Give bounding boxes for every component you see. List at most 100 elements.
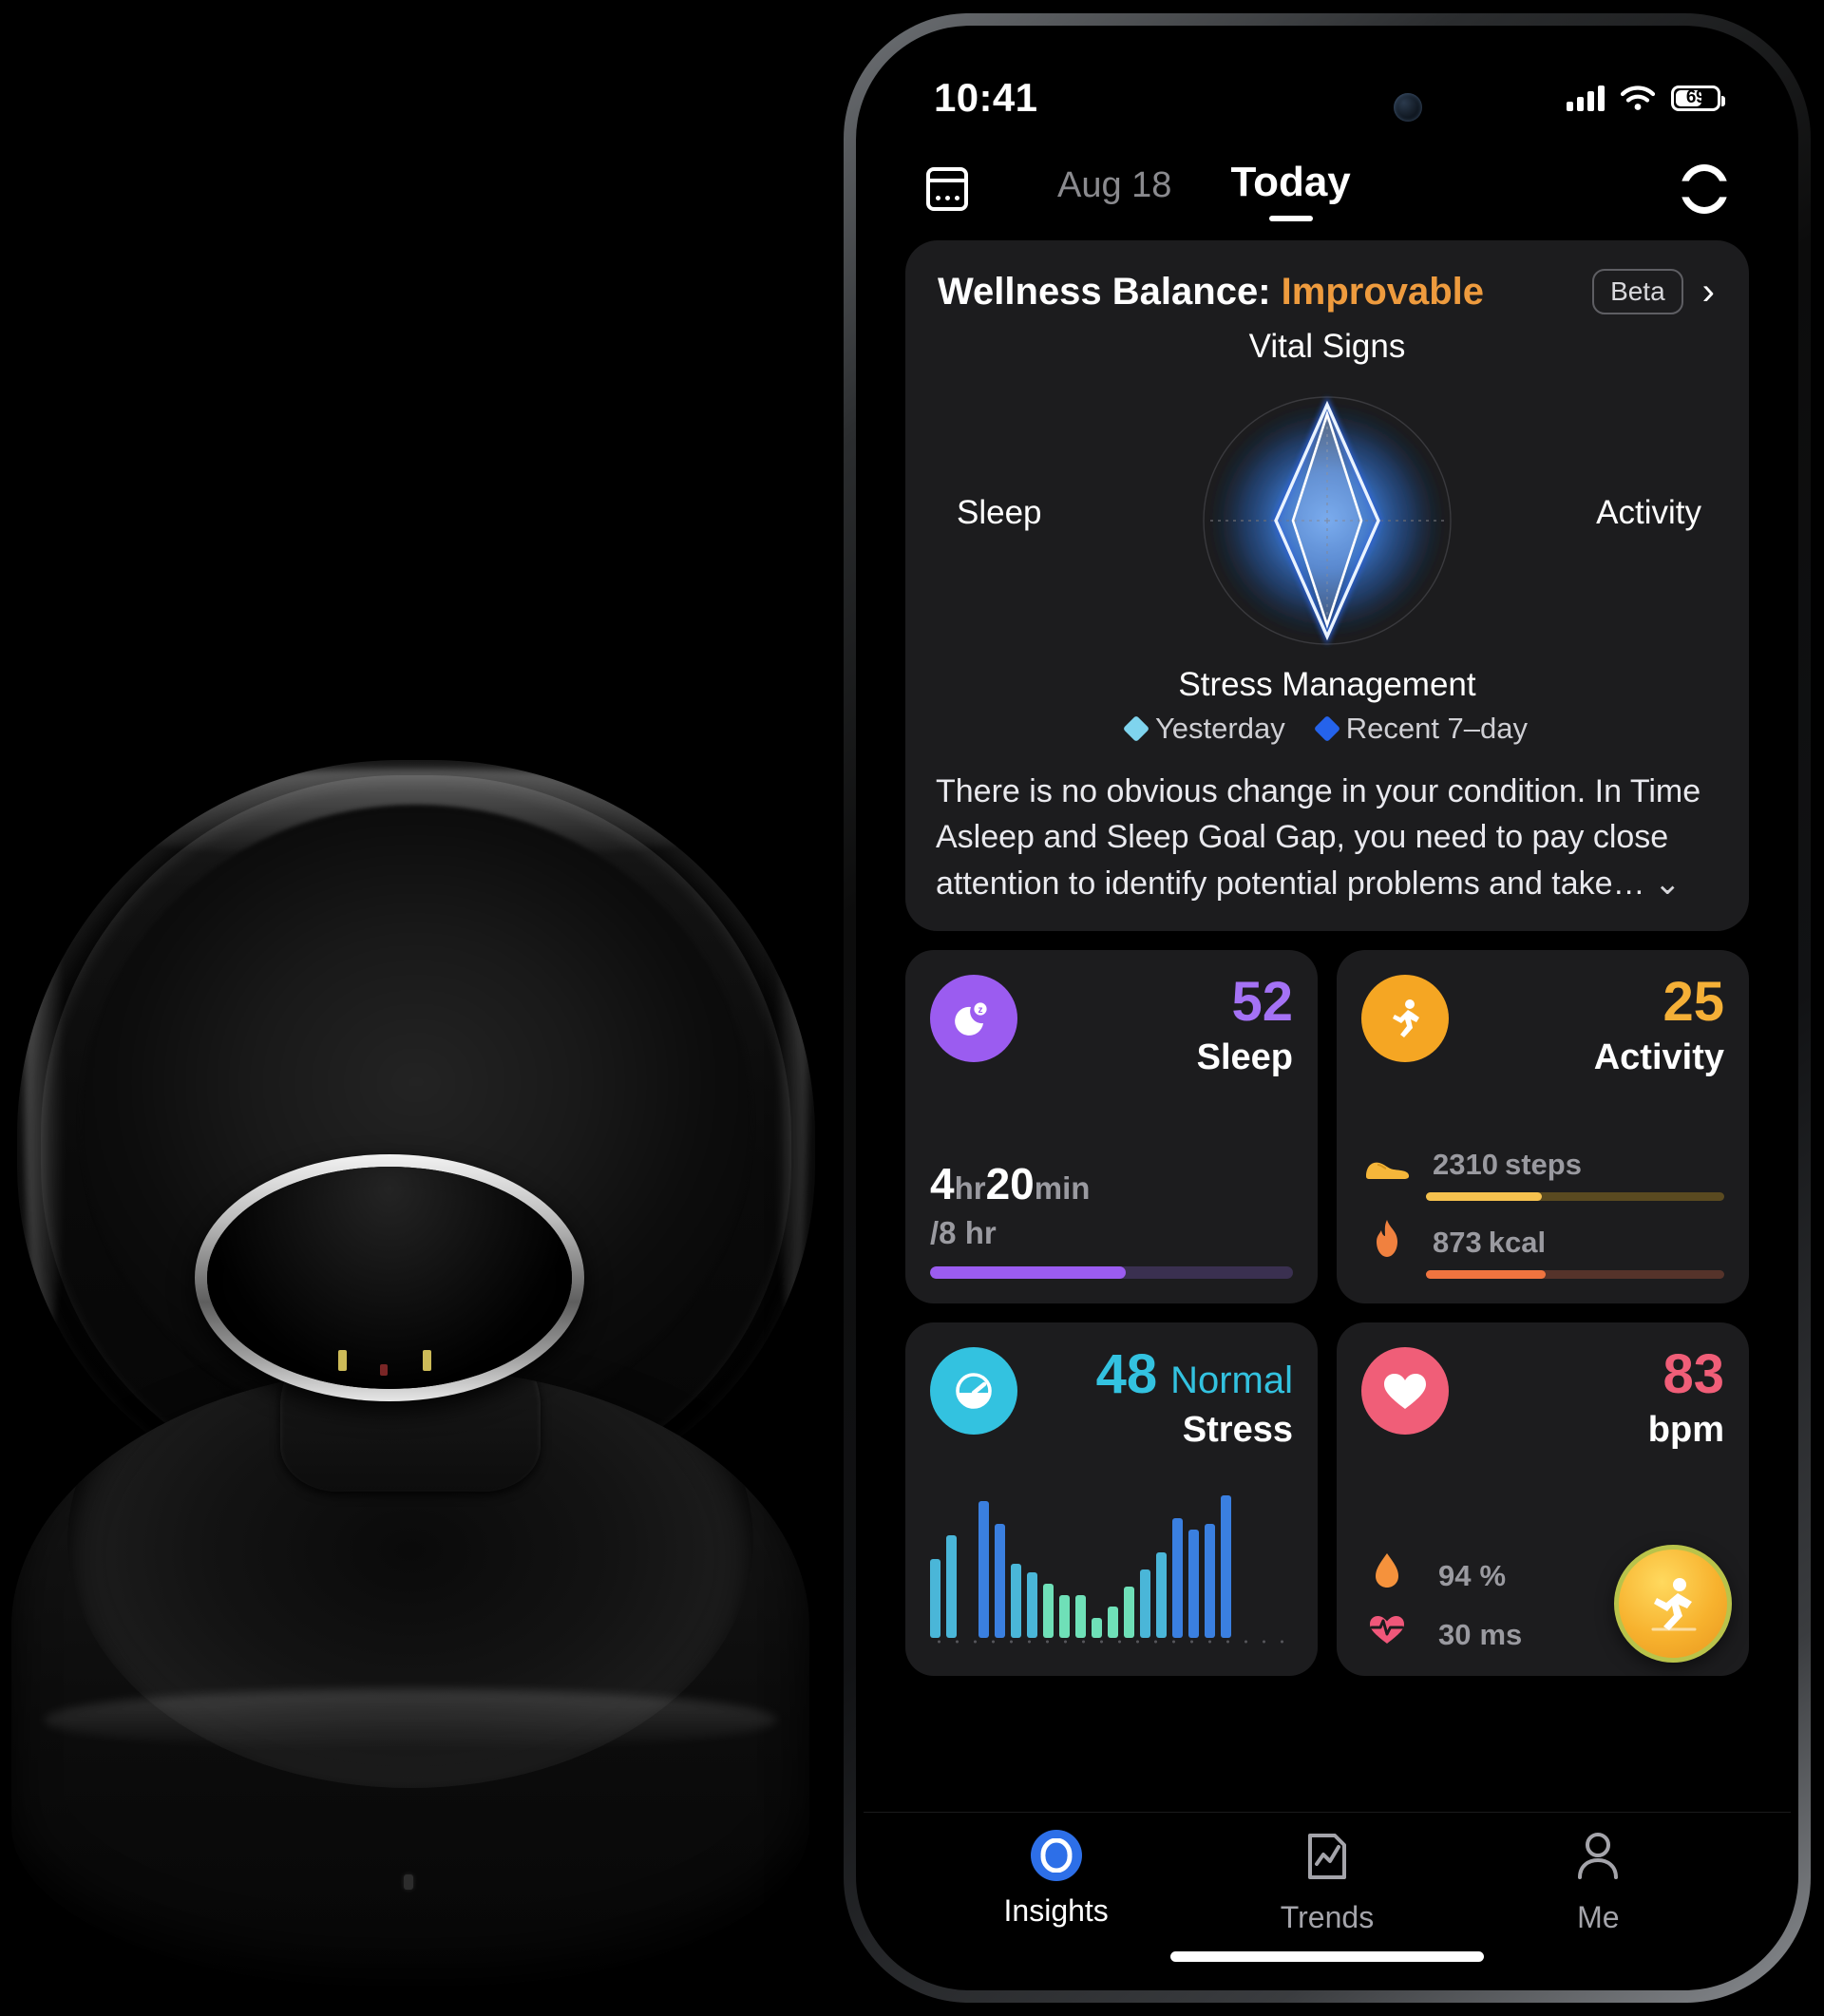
gauge-icon: [930, 1346, 1017, 1435]
legend-item-recent-7-day: Recent 7–day: [1313, 712, 1528, 746]
steps-row: 2310 steps: [1361, 1140, 1724, 1182]
hrv-value: 30: [1438, 1617, 1472, 1651]
steps-value-block: 2310 steps: [1426, 1140, 1582, 1182]
legend-diamond-icon: [1122, 714, 1150, 743]
running-workout-icon[interactable]: [1614, 1544, 1732, 1663]
radar-axis-label-activity: Activity: [1596, 494, 1701, 531]
spo2-unit: %: [1479, 1558, 1507, 1592]
sleep-progress-track: [930, 1265, 1293, 1279]
activity-metrics: 2310 steps 873 kcal: [1361, 1140, 1724, 1279]
trends-chart-icon: [1302, 1830, 1352, 1888]
main-content: Wellness Balance: Improvable Beta › Vita…: [864, 233, 1791, 1812]
calendar-icon[interactable]: [926, 167, 968, 211]
status-time: 10:41: [934, 75, 1038, 120]
kcal-progress-track: [1426, 1269, 1724, 1279]
hrv-unit: ms: [1479, 1617, 1523, 1651]
tab-trends[interactable]: Trends: [1232, 1830, 1422, 1935]
cellular-signal-icon: [1567, 85, 1605, 111]
stress-bar: [946, 1534, 957, 1638]
tab-label-trends: Trends: [1280, 1900, 1375, 1934]
spo2-value: 94: [1438, 1558, 1472, 1592]
stress-chart-baseline: [930, 1639, 1293, 1644]
hrv-value-block: 30 ms: [1430, 1607, 1522, 1651]
tab-label-me: Me: [1577, 1900, 1620, 1934]
shoe-icon: [1361, 1153, 1413, 1182]
stress-bar: [1221, 1494, 1231, 1638]
radar-axis-label-stress-management: Stress Management: [1178, 666, 1476, 703]
wellness-balance-card[interactable]: Wellness Balance: Improvable Beta › Vita…: [905, 240, 1749, 931]
ring-inner-shadow: [207, 1167, 572, 1389]
stress-card[interactable]: 48 Normal Stress: [905, 1322, 1318, 1676]
heart-rate-value: 83: [1662, 1342, 1724, 1405]
heart-rate-unit: bpm: [1647, 1409, 1724, 1450]
radar-plot: [1203, 396, 1452, 645]
radar-axis-label-vital-signs: Vital Signs: [1248, 328, 1406, 365]
kcal-unit: kcal: [1488, 1225, 1547, 1259]
sleep-minutes: 20: [985, 1158, 1035, 1208]
running-person-icon: [1361, 974, 1449, 1062]
sleep-card-label: Sleep: [1196, 1037, 1293, 1077]
sync-ring-icon[interactable]: [1681, 164, 1728, 214]
wellness-radar-chart: Vital Signs Activity Stress Management S…: [930, 328, 1724, 703]
svg-text:z: z: [978, 1005, 983, 1016]
tab-today[interactable]: Today: [1230, 159, 1350, 219]
stress-card-label: Stress: [1182, 1409, 1293, 1450]
stress-bar: [1043, 1583, 1054, 1638]
battery-icon: 69: [1671, 85, 1725, 111]
blood-drop-icon: [1361, 1550, 1413, 1590]
heart-rate-card[interactable]: 83 bpm 94 % 30 ms: [1337, 1322, 1749, 1676]
wellness-status: Improvable: [1281, 270, 1485, 313]
tab-insights[interactable]: Insights: [961, 1830, 1151, 1929]
wellness-balance-title: Wellness Balance: Improvable: [938, 271, 1484, 314]
beta-badge: Beta: [1592, 269, 1683, 314]
wifi-icon: [1621, 86, 1655, 110]
legend-diamond-icon: [1313, 714, 1340, 743]
sleep-hours: 4: [930, 1158, 955, 1208]
home-indicator: [1170, 1951, 1484, 1962]
status-indicators: 69: [1567, 85, 1725, 111]
stress-bar: [1108, 1606, 1118, 1638]
lid-left-edge-highlight: [25, 865, 66, 1346]
stress-bar: [1124, 1586, 1134, 1638]
case-rim-highlight: [43, 1689, 778, 1751]
heart-pulse-icon: [1361, 1611, 1413, 1647]
ring-sensor-led: [380, 1363, 389, 1376]
sleep-progress-fill: [930, 1265, 1127, 1279]
stress-bar: [1027, 1571, 1037, 1638]
chevron-down-icon[interactable]: ⌄: [1654, 865, 1682, 902]
insights-ring-icon: [1030, 1830, 1082, 1881]
stress-bar: [1011, 1563, 1021, 1638]
front-camera-icon: [1394, 93, 1422, 122]
ring-charging-contact: [338, 1350, 348, 1372]
stress-status: Normal: [1170, 1359, 1293, 1401]
steps-progress-track: [1426, 1191, 1724, 1201]
activity-card[interactable]: 25 Activity 2310 steps 873 kcal: [1337, 949, 1749, 1303]
phone-bezel: 10:41 69 Aug 18 Today Wellness Balance: …: [856, 26, 1798, 1990]
stress-bar: [1172, 1517, 1183, 1638]
wellness-description[interactable]: There is no obvious change in your condi…: [930, 769, 1724, 906]
dynamic-island: [1207, 71, 1447, 143]
stress-bar: [978, 1500, 989, 1638]
tab-me[interactable]: Me: [1503, 1830, 1693, 1935]
kcal-row: 873 kcal: [1361, 1218, 1724, 1260]
activity-card-header: 25 Activity: [1361, 974, 1724, 1078]
tab-previous-date[interactable]: Aug 18: [1057, 165, 1171, 219]
wellness-balance-header: Wellness Balance: Improvable Beta ›: [930, 269, 1724, 318]
sleep-card[interactable]: z 52 Sleep 4hr20min /8 hr: [905, 949, 1318, 1303]
kcal-value: 873: [1433, 1225, 1482, 1259]
spo2-value-block: 94%: [1430, 1549, 1506, 1592]
phone-device: 10:41 69 Aug 18 Today Wellness Balance: …: [844, 13, 1811, 2003]
chevron-right-icon[interactable]: ›: [1702, 273, 1715, 311]
sleep-score: 52: [1231, 970, 1293, 1033]
lid-right-edge-highlight: [775, 880, 808, 1316]
stress-score-line: 48 Normal: [1096, 1346, 1293, 1402]
metric-card-grid: z 52 Sleep 4hr20min /8 hr 25 Activity 23…: [905, 949, 1749, 1676]
sleep-score-block: 52 Sleep: [1196, 970, 1293, 1078]
calendar-dots: [930, 196, 964, 200]
sleep-duration-block: 4hr20min /8 hr: [930, 1158, 1293, 1279]
person-icon: [1574, 1830, 1622, 1888]
stress-bar: [1156, 1551, 1167, 1638]
wellness-description-text: There is no obvious change in your condi…: [936, 773, 1701, 902]
legend-item-yesterday: Yesterday: [1122, 712, 1285, 746]
app-header: Aug 18 Today: [864, 145, 1791, 233]
